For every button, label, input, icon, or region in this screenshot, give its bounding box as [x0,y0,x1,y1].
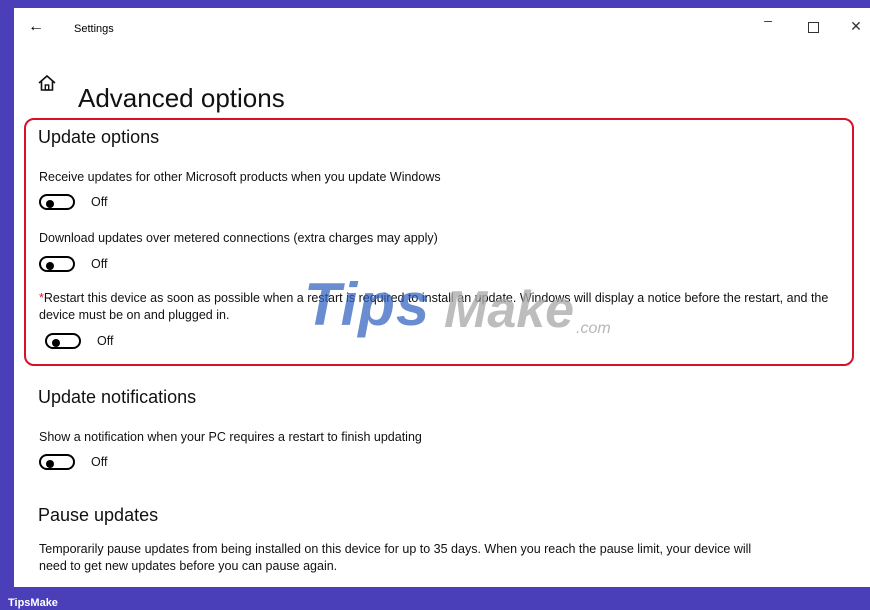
window-title: Settings [74,23,114,35]
toggle-knob [46,262,54,270]
toggle-track [39,194,75,210]
footer-brand: TipsMake [8,597,58,609]
toggle-knob [52,339,60,347]
toggle-track [39,454,75,470]
restart-device-label: *Restart this device as soon as possible… [39,290,851,324]
pause-updates-heading: Pause updates [38,505,159,525]
minimize-button[interactable]: – [758,12,778,28]
window-frame [0,0,870,8]
page-title: Advanced options [78,83,285,114]
footer-bar: TipsMake [0,587,870,610]
toggle-knob [46,200,54,208]
update-notifications-heading: Update notifications [38,387,197,407]
maximize-button[interactable] [803,18,823,36]
toggle-state: Off [91,195,108,209]
update-options-heading: Update options [38,127,160,147]
restart-notification-toggle[interactable]: Off [39,454,135,474]
toggle-state: Off [91,257,108,271]
title-bar: ← Settings – ✕ [14,8,870,50]
pause-updates-description: Temporarily pause updates from being ins… [39,542,752,573]
receive-updates-label: Receive updates for other Microsoft prod… [39,170,441,184]
home-icon [38,74,56,91]
metered-connections-label: Download updates over metered connection… [39,231,438,245]
toggle-state: Off [91,455,108,469]
restart-device-toggle[interactable]: Off [45,333,141,353]
restart-device-text: Restart this device as soon as possible … [39,291,829,322]
metered-connections-toggle[interactable]: Off [39,256,135,276]
toggle-track [39,256,75,272]
close-button[interactable]: ✕ [846,18,866,35]
back-arrow-icon[interactable]: ← [28,18,44,36]
receive-updates-toggle[interactable]: Off [39,194,135,214]
toggle-knob [46,460,54,468]
toggle-track [45,333,81,349]
maximize-icon [807,22,819,33]
settings-window: ← Settings – ✕ Advanced options Update o… [14,8,870,587]
restart-notification-label: Show a notification when your PC require… [39,430,422,444]
toggle-state: Off [97,334,114,348]
